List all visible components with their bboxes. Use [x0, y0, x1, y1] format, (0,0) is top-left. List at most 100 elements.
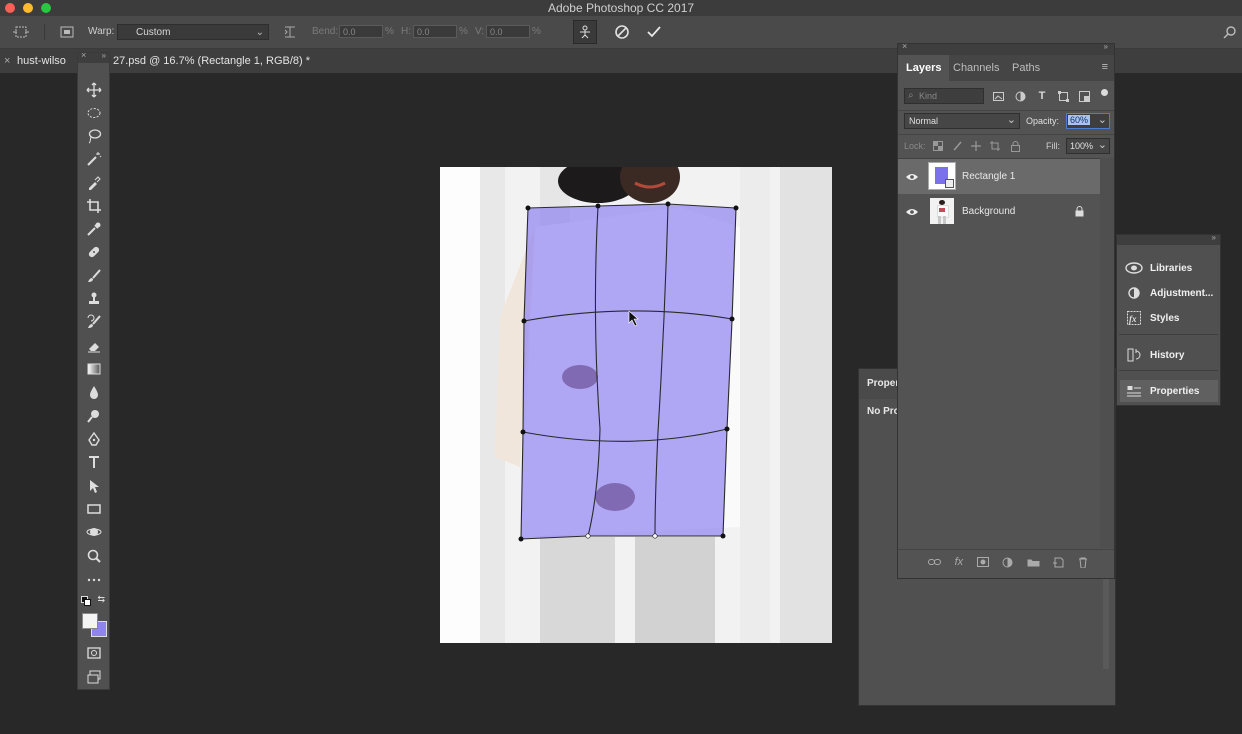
pen-icon[interactable] — [82, 429, 106, 449]
new-adjustment-layer-icon[interactable] — [1002, 557, 1013, 568]
layer-filter-kind-label: Kind — [919, 91, 938, 101]
brush-select-icon[interactable] — [82, 173, 106, 193]
magic-wand-icon[interactable] — [82, 149, 106, 169]
lock-artboard-icon[interactable] — [988, 139, 1002, 153]
default-colors-icon[interactable] — [81, 596, 91, 606]
layer-name-rectangle-1[interactable]: Rectangle 1 — [962, 171, 1015, 182]
close-icon[interactable]: × — [81, 50, 86, 60]
dock-item-history[interactable]: History — [1117, 344, 1221, 366]
foreground-color-swatch[interactable] — [82, 613, 98, 629]
styles-icon: fx — [1125, 311, 1143, 325]
warp-style-select[interactable]: Custom ⌄ — [117, 24, 269, 40]
layer-row-background[interactable]: Background — [898, 194, 1100, 229]
healing-brush-icon[interactable] — [82, 242, 106, 262]
dock-item-libraries[interactable]: Libraries — [1117, 257, 1221, 279]
visibility-eye-icon[interactable] — [906, 208, 918, 216]
dodge-icon[interactable] — [82, 406, 106, 426]
collapse-icon[interactable]: » — [1104, 42, 1108, 51]
h-label: H: — [401, 26, 411, 37]
move-tool-icon[interactable] — [82, 80, 106, 100]
dock-item-properties[interactable]: Properties — [1120, 380, 1218, 402]
tab-paths[interactable]: Paths — [1004, 55, 1048, 81]
layers-panel-header[interactable]: × » — [898, 41, 1114, 55]
lock-all-icon[interactable] — [1008, 139, 1022, 153]
eyedropper-icon[interactable] — [82, 219, 106, 239]
type-icon[interactable] — [82, 452, 106, 472]
lock-pixels-icon[interactable] — [950, 139, 964, 153]
link-layers-icon[interactable] — [928, 558, 941, 566]
layer-name-background[interactable]: Background — [962, 206, 1015, 217]
visibility-eye-icon[interactable] — [906, 173, 918, 181]
move-icon[interactable] — [8, 22, 34, 42]
dock-item-styles[interactable]: fx Styles — [1117, 307, 1221, 329]
puppet-icon[interactable] — [573, 20, 597, 44]
dock-label-adjustments: Adjustment... — [1150, 287, 1214, 299]
history-icon — [1125, 348, 1143, 362]
filter-pixel-icon[interactable] — [991, 89, 1005, 103]
dock-header[interactable]: » — [1117, 233, 1220, 245]
lasso-icon[interactable] — [82, 126, 106, 146]
blur-icon[interactable] — [82, 382, 106, 402]
gradient-icon[interactable] — [82, 359, 106, 379]
blend-mode-select[interactable]: Normal ⌄ — [904, 113, 1020, 129]
rectangle-icon[interactable] — [82, 499, 106, 519]
eraser-icon[interactable] — [82, 336, 106, 356]
history-brush-icon[interactable] — [82, 312, 106, 332]
opacity-field[interactable]: 60% ⌄ — [1066, 113, 1110, 129]
document-tab-close-icon[interactable]: × — [4, 49, 10, 73]
new-layer-icon[interactable] — [1053, 557, 1064, 568]
layer-filter-kind[interactable]: ⌕ Kind — [904, 88, 984, 104]
filter-shape-icon[interactable] — [1056, 89, 1070, 103]
swap-colors-icon[interactable]: ⇆ — [97, 594, 105, 605]
close-icon[interactable]: × — [902, 41, 907, 51]
layer-thumbnail-rectangle — [928, 162, 956, 190]
cancel-icon[interactable] — [612, 22, 632, 42]
commit-icon[interactable] — [644, 22, 664, 42]
more-tools-icon[interactable] — [82, 570, 106, 590]
collapse-icon[interactable]: » — [1212, 233, 1216, 242]
delete-layer-icon[interactable] — [1078, 557, 1088, 568]
properties-scrollbar[interactable] — [1103, 569, 1109, 669]
screen-mode-icon[interactable] — [82, 667, 106, 687]
lock-position-icon[interactable] — [969, 139, 983, 153]
layers-scrollbar-track[interactable] — [1100, 158, 1114, 548]
warp-mode-icon[interactable] — [56, 22, 78, 42]
tools-panel-header[interactable]: × » — [78, 50, 109, 63]
tab-layers[interactable]: Layers — [898, 55, 950, 81]
tab-channels[interactable]: Channels — [945, 55, 1007, 81]
zoom-icon[interactable] — [82, 546, 106, 566]
filter-toggle-icon[interactable] — [1101, 89, 1108, 96]
add-mask-icon[interactable] — [976, 557, 989, 567]
search-icon[interactable] — [1220, 22, 1240, 42]
dock-label-properties: Properties — [1150, 385, 1200, 397]
filter-type-icon[interactable]: T — [1035, 89, 1049, 103]
v-label: V: — [475, 26, 485, 37]
filter-smart-object-icon[interactable] — [1077, 89, 1091, 103]
path-selection-icon[interactable] — [82, 476, 106, 496]
3d-rotate-icon[interactable] — [82, 522, 106, 542]
fill-field[interactable]: 100% ⌄ — [1066, 138, 1110, 154]
quick-mask-icon[interactable] — [82, 643, 106, 663]
document-tab[interactable]: hust-wilso — [17, 49, 66, 73]
brush-icon[interactable] — [82, 266, 106, 286]
warp-label: Warp: — [88, 26, 115, 37]
new-group-icon[interactable] — [1027, 557, 1040, 567]
layer-row-rectangle-1[interactable]: Rectangle 1 — [898, 159, 1100, 194]
crop-icon[interactable] — [82, 196, 106, 216]
warp-orientation-icon[interactable] — [280, 22, 300, 42]
h-distortion-field[interactable]: 0.0 — [413, 25, 457, 38]
v-distortion-field[interactable]: 0.0 — [486, 25, 530, 38]
fx-icon[interactable]: fx — [955, 556, 964, 568]
bend-field[interactable]: 0.0 — [339, 25, 383, 38]
document-tab-name-start: hust-wilso — [17, 55, 66, 67]
document-tab-title[interactable]: 27.psd @ 16.7% (Rectangle 1, RGB/8) * — [113, 49, 310, 73]
lock-transparent-icon[interactable] — [931, 139, 945, 153]
dock-item-adjustments[interactable]: Adjustment... — [1117, 282, 1221, 304]
document-canvas[interactable] — [440, 167, 832, 643]
collapse-icon[interactable]: » — [102, 51, 106, 60]
clone-stamp-icon[interactable] — [82, 289, 106, 309]
filter-adjustment-icon[interactable] — [1013, 89, 1027, 103]
elliptical-marquee-icon[interactable] — [82, 103, 106, 123]
panel-menu-icon[interactable]: ≡ — [1102, 61, 1108, 73]
layers-panel: × » Layers Channels Paths ≡ ⌕ Kind T Nor… — [897, 41, 1115, 579]
